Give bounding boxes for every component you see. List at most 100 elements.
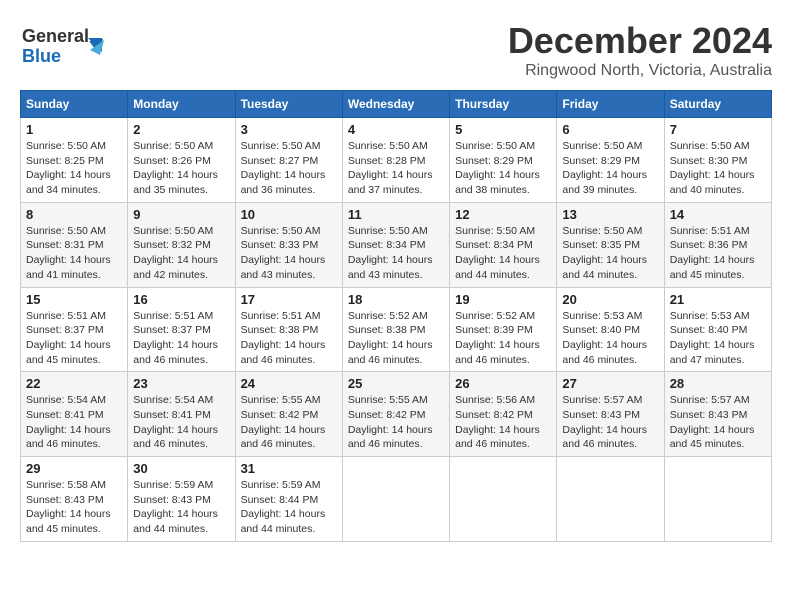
day-info: Sunrise: 5:59 AM Sunset: 8:44 PM Dayligh… — [241, 478, 337, 537]
day-info: Sunrise: 5:55 AM Sunset: 8:42 PM Dayligh… — [241, 393, 337, 452]
svg-text:General: General — [22, 26, 89, 46]
cell-w2-d4: 11 Sunrise: 5:50 AM Sunset: 8:34 PM Dayli… — [342, 202, 449, 287]
cell-w4-d4: 25 Sunrise: 5:55 AM Sunset: 8:42 PM Dayli… — [342, 372, 449, 457]
day-info: Sunrise: 5:51 AM Sunset: 8:37 PM Dayligh… — [133, 309, 229, 368]
day-info: Sunrise: 5:50 AM Sunset: 8:27 PM Dayligh… — [241, 139, 337, 198]
cell-w4-d3: 24 Sunrise: 5:55 AM Sunset: 8:42 PM Dayli… — [235, 372, 342, 457]
col-thursday: Thursday — [450, 91, 557, 118]
cell-w3-d3: 17Sunrise: 5:51 AM Sunset: 8:38 PM Dayli… — [235, 287, 342, 372]
day-info: Sunrise: 5:50 AM Sunset: 8:31 PM Dayligh… — [26, 224, 122, 283]
day-number: 9 — [133, 207, 229, 222]
day-number: 17 — [241, 292, 337, 307]
cell-w1-d2: 2 Sunrise: 5:50 AM Sunset: 8:26 PM Daylig… — [128, 118, 235, 203]
day-number: 26 — [455, 376, 551, 391]
day-number: 23 — [133, 376, 229, 391]
day-info: Sunrise: 5:50 AM Sunset: 8:29 PM Dayligh… — [562, 139, 658, 198]
cell-w2-d7: 14Sunrise: 5:51 AM Sunset: 8:36 PM Dayli… — [664, 202, 771, 287]
cell-w3-d2: 16 Sunrise: 5:51 AM Sunset: 8:37 PM Dayli… — [128, 287, 235, 372]
day-info: Sunrise: 5:51 AM Sunset: 8:37 PM Dayligh… — [26, 309, 122, 368]
cell-w5-d1: 29 Sunrise: 5:58 AM Sunset: 8:43 PM Dayli… — [21, 457, 128, 542]
day-number: 13 — [562, 207, 658, 222]
title-block: December 2024 Ringwood North, Victoria, … — [508, 20, 772, 80]
day-info: Sunrise: 5:57 AM Sunset: 8:43 PM Dayligh… — [670, 393, 766, 452]
day-number: 29 — [26, 461, 122, 476]
day-info: Sunrise: 5:50 AM Sunset: 8:33 PM Dayligh… — [241, 224, 337, 283]
month-title: December 2024 — [508, 20, 772, 62]
week-row-3: 15 Sunrise: 5:51 AM Sunset: 8:37 PM Dayli… — [21, 287, 772, 372]
logo-block: General Blue — [20, 20, 110, 75]
cell-w3-d5: 19 Sunrise: 5:52 AM Sunset: 8:39 PM Dayli… — [450, 287, 557, 372]
day-info: Sunrise: 5:51 AM Sunset: 8:36 PM Dayligh… — [670, 224, 766, 283]
day-number: 11 — [348, 207, 444, 222]
day-number: 15 — [26, 292, 122, 307]
cell-w5-d3: 31Sunrise: 5:59 AM Sunset: 8:44 PM Dayli… — [235, 457, 342, 542]
day-info: Sunrise: 5:52 AM Sunset: 8:38 PM Dayligh… — [348, 309, 444, 368]
day-info: Sunrise: 5:50 AM Sunset: 8:34 PM Dayligh… — [348, 224, 444, 283]
logo: General Blue — [20, 20, 110, 75]
col-monday: Monday — [128, 91, 235, 118]
col-tuesday: Tuesday — [235, 91, 342, 118]
cell-w2-d5: 12Sunrise: 5:50 AM Sunset: 8:34 PM Dayli… — [450, 202, 557, 287]
cell-w5-d6 — [557, 457, 664, 542]
day-number: 19 — [455, 292, 551, 307]
cell-w4-d7: 28 Sunrise: 5:57 AM Sunset: 8:43 PM Dayli… — [664, 372, 771, 457]
day-number: 3 — [241, 122, 337, 137]
day-info: Sunrise: 5:59 AM Sunset: 8:43 PM Dayligh… — [133, 478, 229, 537]
cell-w3-d4: 18 Sunrise: 5:52 AM Sunset: 8:38 PM Dayli… — [342, 287, 449, 372]
day-info: Sunrise: 5:54 AM Sunset: 8:41 PM Dayligh… — [133, 393, 229, 452]
col-wednesday: Wednesday — [342, 91, 449, 118]
day-info: Sunrise: 5:50 AM Sunset: 8:29 PM Dayligh… — [455, 139, 551, 198]
day-number: 25 — [348, 376, 444, 391]
cell-w3-d6: 20Sunrise: 5:53 AM Sunset: 8:40 PM Dayli… — [557, 287, 664, 372]
day-number: 30 — [133, 461, 229, 476]
week-row-2: 8Sunrise: 5:50 AM Sunset: 8:31 PM Daylig… — [21, 202, 772, 287]
cell-w5-d2: 30 Sunrise: 5:59 AM Sunset: 8:43 PM Dayli… — [128, 457, 235, 542]
cell-w5-d5 — [450, 457, 557, 542]
day-number: 1 — [26, 122, 122, 137]
cell-w4-d6: 27Sunrise: 5:57 AM Sunset: 8:43 PM Dayli… — [557, 372, 664, 457]
day-number: 28 — [670, 376, 766, 391]
day-info: Sunrise: 5:50 AM Sunset: 8:25 PM Dayligh… — [26, 139, 122, 198]
cell-w5-d7 — [664, 457, 771, 542]
calendar-header: Sunday Monday Tuesday Wednesday Thursday… — [21, 91, 772, 118]
day-number: 7 — [670, 122, 766, 137]
day-number: 18 — [348, 292, 444, 307]
day-number: 2 — [133, 122, 229, 137]
cell-w4-d5: 26Sunrise: 5:56 AM Sunset: 8:42 PM Dayli… — [450, 372, 557, 457]
location-title: Ringwood North, Victoria, Australia — [508, 62, 772, 80]
day-number: 5 — [455, 122, 551, 137]
day-number: 6 — [562, 122, 658, 137]
cell-w1-d6: 6 Sunrise: 5:50 AM Sunset: 8:29 PM Daylig… — [557, 118, 664, 203]
cell-w2-d1: 8Sunrise: 5:50 AM Sunset: 8:31 PM Daylig… — [21, 202, 128, 287]
svg-text:Blue: Blue — [22, 46, 61, 66]
col-saturday: Saturday — [664, 91, 771, 118]
cell-w4-d1: 22Sunrise: 5:54 AM Sunset: 8:41 PM Dayli… — [21, 372, 128, 457]
col-friday: Friday — [557, 91, 664, 118]
day-info: Sunrise: 5:53 AM Sunset: 8:40 PM Dayligh… — [670, 309, 766, 368]
day-info: Sunrise: 5:50 AM Sunset: 8:34 PM Dayligh… — [455, 224, 551, 283]
week-row-1: 1 Sunrise: 5:50 AM Sunset: 8:25 PM Daylig… — [21, 118, 772, 203]
cell-w1-d4: 4Sunrise: 5:50 AM Sunset: 8:28 PM Daylig… — [342, 118, 449, 203]
day-number: 27 — [562, 376, 658, 391]
day-number: 20 — [562, 292, 658, 307]
logo-svg: General Blue — [20, 20, 110, 70]
day-number: 24 — [241, 376, 337, 391]
cell-w2-d2: 9Sunrise: 5:50 AM Sunset: 8:32 PM Daylig… — [128, 202, 235, 287]
cell-w5-d4 — [342, 457, 449, 542]
day-info: Sunrise: 5:55 AM Sunset: 8:42 PM Dayligh… — [348, 393, 444, 452]
cell-w1-d5: 5 Sunrise: 5:50 AM Sunset: 8:29 PM Daylig… — [450, 118, 557, 203]
cell-w2-d6: 13 Sunrise: 5:50 AM Sunset: 8:35 PM Dayli… — [557, 202, 664, 287]
calendar-table: Sunday Monday Tuesday Wednesday Thursday… — [20, 90, 772, 542]
cell-w1-d7: 7Sunrise: 5:50 AM Sunset: 8:30 PM Daylig… — [664, 118, 771, 203]
day-number: 22 — [26, 376, 122, 391]
day-info: Sunrise: 5:50 AM Sunset: 8:35 PM Dayligh… — [562, 224, 658, 283]
week-row-5: 29 Sunrise: 5:58 AM Sunset: 8:43 PM Dayli… — [21, 457, 772, 542]
calendar-body: 1 Sunrise: 5:50 AM Sunset: 8:25 PM Daylig… — [21, 118, 772, 542]
day-info: Sunrise: 5:58 AM Sunset: 8:43 PM Dayligh… — [26, 478, 122, 537]
day-number: 16 — [133, 292, 229, 307]
cell-w1-d1: 1 Sunrise: 5:50 AM Sunset: 8:25 PM Daylig… — [21, 118, 128, 203]
day-info: Sunrise: 5:52 AM Sunset: 8:39 PM Dayligh… — [455, 309, 551, 368]
day-info: Sunrise: 5:50 AM Sunset: 8:26 PM Dayligh… — [133, 139, 229, 198]
cell-w1-d3: 3 Sunrise: 5:50 AM Sunset: 8:27 PM Daylig… — [235, 118, 342, 203]
day-info: Sunrise: 5:50 AM Sunset: 8:28 PM Dayligh… — [348, 139, 444, 198]
